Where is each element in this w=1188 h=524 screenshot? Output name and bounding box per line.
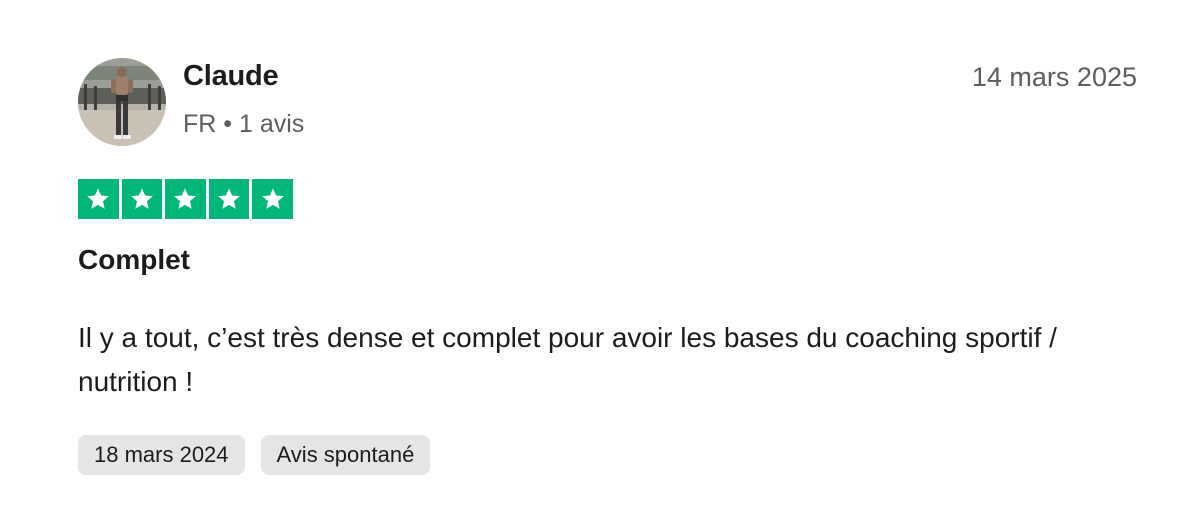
review-tag: Avis spontané (260, 435, 431, 475)
review-tag: 18 mars 2024 (78, 435, 245, 475)
reviewer-country: FR (183, 110, 217, 138)
reviewer-review-count: 1 avis (239, 110, 305, 138)
meta-separator: • (223, 110, 233, 138)
reviewer-name[interactable]: Claude (183, 60, 279, 93)
reviewer-meta: FR • 1 avis (183, 110, 304, 139)
star-icon (252, 179, 293, 219)
star-icon (165, 179, 206, 219)
star-icon (78, 179, 119, 219)
avatar[interactable] (78, 58, 166, 146)
star-icon (121, 179, 163, 219)
review-title[interactable]: Complet (78, 244, 190, 276)
review-body: Il y a tout, c’est très dense et complet… (78, 322, 1057, 397)
star-icon (208, 179, 250, 219)
avatar-photo (78, 58, 166, 146)
review-card: Claude FR • 1 avis 14 mars 2025 Complet … (0, 0, 1188, 524)
review-tags: 18 mars 2024 Avis spontané (78, 435, 431, 475)
star-rating (78, 179, 293, 219)
review-date: 14 mars 2025 (971, 62, 1137, 92)
